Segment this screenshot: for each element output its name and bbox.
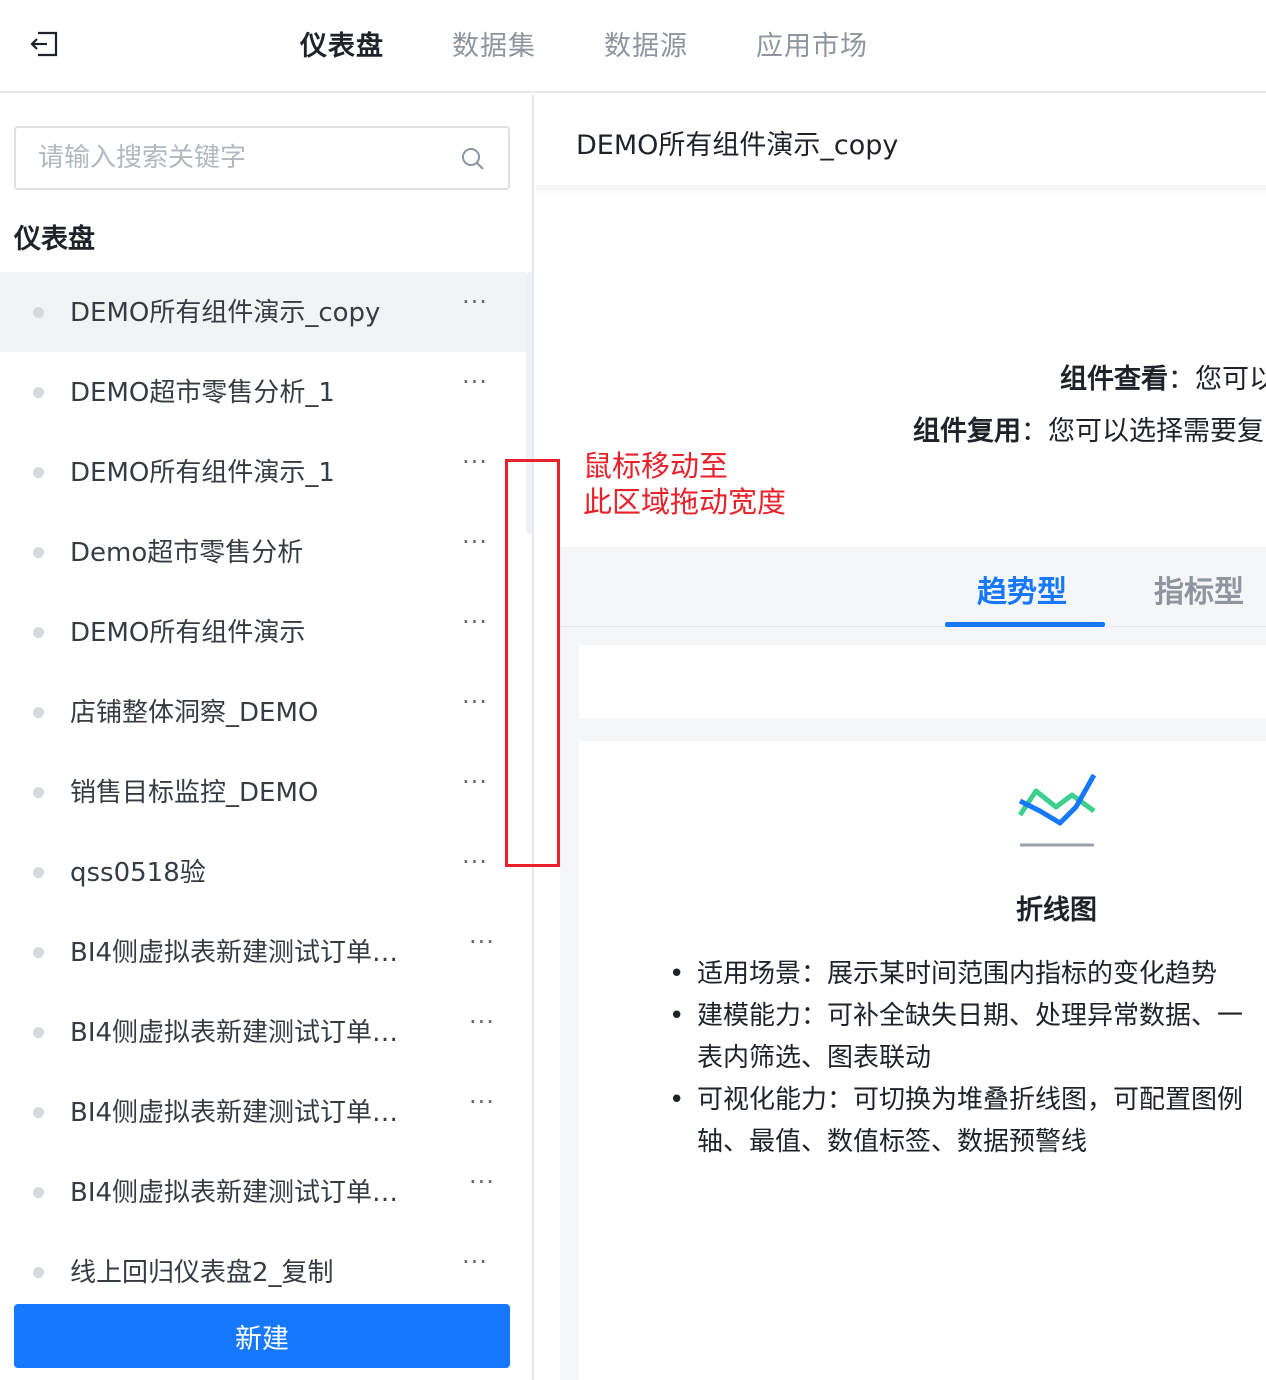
- list-item-label: Demo超市零售分析: [70, 538, 304, 568]
- title-divider: [536, 185, 1266, 197]
- hint-view-label: 组件查看: [1060, 364, 1168, 395]
- list-item-label: DEMO所有组件演示: [70, 618, 306, 648]
- component-name: 折线图: [1016, 895, 1097, 926]
- hint-view: 组件查看：您可以: [1060, 357, 1266, 396]
- nav-tab-dashboard[interactable]: 仪表盘: [300, 24, 384, 63]
- active-tab-indicator: [945, 622, 1105, 627]
- bullet-dot: [33, 867, 44, 878]
- component-card-placeholder: [579, 645, 1266, 719]
- nav-tab-dataset[interactable]: 数据集: [452, 24, 536, 63]
- tab-indicator[interactable]: 指标型: [1154, 567, 1244, 611]
- new-button[interactable]: 新建: [14, 1304, 510, 1368]
- hint-colon: ：: [1021, 416, 1048, 447]
- annotation-line: 鼠标移动至: [583, 449, 729, 483]
- list-item[interactable]: BI4侧虚拟表新建测试订单… ···: [0, 912, 526, 992]
- bullet-dot: [33, 787, 44, 798]
- more-icon[interactable]: ···: [469, 1168, 495, 1196]
- list-item-label: DEMO所有组件演示_copy: [70, 298, 381, 328]
- list-item[interactable]: BI4侧虚拟表新建测试订单… ···: [0, 1152, 526, 1232]
- bullet-dot: [33, 1267, 44, 1278]
- list-item[interactable]: 销售目标监控_DEMO ···: [0, 752, 526, 832]
- more-icon[interactable]: ···: [469, 928, 495, 956]
- component-card-line-chart[interactable]: 折线图 适用场景：展示某时间范围内指标的变化趋势 建模能力：可补全缺失日期、处理…: [579, 741, 1266, 1380]
- nav-tab-app-market[interactable]: 应用市场: [756, 24, 868, 63]
- list-item[interactable]: DEMO所有组件演示 ···: [0, 592, 526, 672]
- bullet-dot: [33, 387, 44, 398]
- bullet-dot: [33, 947, 44, 958]
- bullet-dot: [33, 307, 44, 318]
- hint-view-text: 您可以: [1195, 364, 1266, 395]
- more-icon[interactable]: ···: [462, 1248, 488, 1276]
- description-item: 建模能力：可补全缺失日期、处理异常数据、一: [669, 995, 1266, 1037]
- search-box[interactable]: [14, 126, 510, 190]
- component-type-tabs: 趋势型 指标型: [560, 547, 1266, 627]
- bullet-dot: [33, 1187, 44, 1198]
- collapse-sidebar-icon[interactable]: [28, 28, 60, 60]
- bullet-dot: [33, 547, 44, 558]
- list-item[interactable]: DEMO所有组件演示_copy ···: [0, 272, 526, 352]
- list-item-label: BI4侧虚拟表新建测试订单…: [70, 1178, 399, 1208]
- bullet-dot: [33, 1107, 44, 1118]
- top-nav: 仪表盘 数据集 数据源 应用市场: [0, 0, 1266, 93]
- hint-colon: ：: [1168, 364, 1195, 395]
- resize-handle-highlight[interactable]: [505, 459, 560, 867]
- list-item[interactable]: BI4侧虚拟表新建测试订单… ···: [0, 1072, 526, 1152]
- hint-reuse-text: 您可以选择需要复: [1048, 416, 1264, 447]
- component-description: 适用场景：展示某时间范围内指标的变化趋势 建模能力：可补全缺失日期、处理异常数据…: [669, 953, 1266, 1163]
- resize-annotation: 鼠标移动至 此区域拖动宽度: [583, 448, 786, 520]
- hint-reuse: 组件复用：您可以选择需要复: [913, 409, 1264, 448]
- page-title: DEMO所有组件演示_copy: [576, 130, 899, 161]
- list-item[interactable]: DEMO超市零售分析_1 ···: [0, 352, 526, 432]
- list-item[interactable]: DEMO所有组件演示_1 ···: [0, 432, 526, 512]
- more-icon[interactable]: ···: [462, 768, 488, 796]
- list-item[interactable]: 店铺整体洞察_DEMO ···: [0, 672, 526, 752]
- more-icon[interactable]: ···: [462, 528, 488, 556]
- annotation-line: 此区域拖动宽度: [583, 485, 787, 519]
- list-item[interactable]: qss0518验 ···: [0, 832, 526, 912]
- list-item-label: DEMO所有组件演示_1: [70, 458, 335, 488]
- search-icon[interactable]: [460, 146, 486, 172]
- search-input[interactable]: [38, 138, 438, 178]
- list-item[interactable]: Demo超市零售分析 ···: [0, 512, 526, 592]
- bullet-dot: [33, 467, 44, 478]
- tab-trend[interactable]: 趋势型: [977, 567, 1067, 611]
- description-item: 可视化能力：可切换为堆叠折线图，可配置图例: [669, 1079, 1266, 1121]
- list-item-label: DEMO超市零售分析_1: [70, 378, 335, 408]
- list-item-label: 线上回归仪表盘2_复制: [70, 1258, 334, 1288]
- list-item-label: BI4侧虚拟表新建测试订单…: [70, 1018, 399, 1048]
- nav-tab-datasource[interactable]: 数据源: [604, 24, 688, 63]
- more-icon[interactable]: ···: [469, 1088, 495, 1116]
- more-icon[interactable]: ···: [462, 608, 488, 636]
- description-item-continued: 轴、最值、数值标签、数据预警线: [697, 1127, 1088, 1157]
- list-item-label: BI4侧虚拟表新建测试订单…: [70, 938, 399, 968]
- more-icon[interactable]: ···: [462, 448, 488, 476]
- list-item[interactable]: 线上回归仪表盘2_复制 ···: [0, 1232, 526, 1312]
- line-chart-icon: [1017, 773, 1098, 849]
- more-icon[interactable]: ···: [462, 848, 488, 876]
- list-item-label: 销售目标监控_DEMO: [70, 778, 319, 808]
- description-item: 适用场景：展示某时间范围内指标的变化趋势: [669, 953, 1266, 995]
- description-item-continued: 表内筛选、图表联动: [697, 1043, 932, 1073]
- main-content: DEMO所有组件演示_copy 组件查看：您可以 组件复用：您可以选择需要复 趋…: [536, 95, 1266, 1380]
- dashboard-list: DEMO所有组件演示_copy ··· DEMO超市零售分析_1 ··· DEM…: [0, 272, 526, 1312]
- sidebar: 仪表盘 DEMO所有组件演示_copy ··· DEMO超市零售分析_1 ···…: [0, 95, 534, 1380]
- list-item-label: 店铺整体洞察_DEMO: [70, 698, 319, 728]
- bullet-dot: [33, 707, 44, 718]
- more-icon[interactable]: ···: [462, 288, 488, 316]
- more-icon[interactable]: ···: [469, 1008, 495, 1036]
- bullet-dot: [33, 627, 44, 638]
- list-item[interactable]: BI4侧虚拟表新建测试订单… ···: [0, 992, 526, 1072]
- list-item-label: BI4侧虚拟表新建测试订单…: [70, 1098, 399, 1128]
- section-title: 仪表盘: [14, 224, 95, 255]
- more-icon[interactable]: ···: [462, 688, 488, 716]
- bullet-dot: [33, 1027, 44, 1038]
- more-icon[interactable]: ···: [462, 368, 488, 396]
- hint-reuse-label: 组件复用: [913, 416, 1021, 447]
- list-item-label: qss0518验: [70, 858, 206, 888]
